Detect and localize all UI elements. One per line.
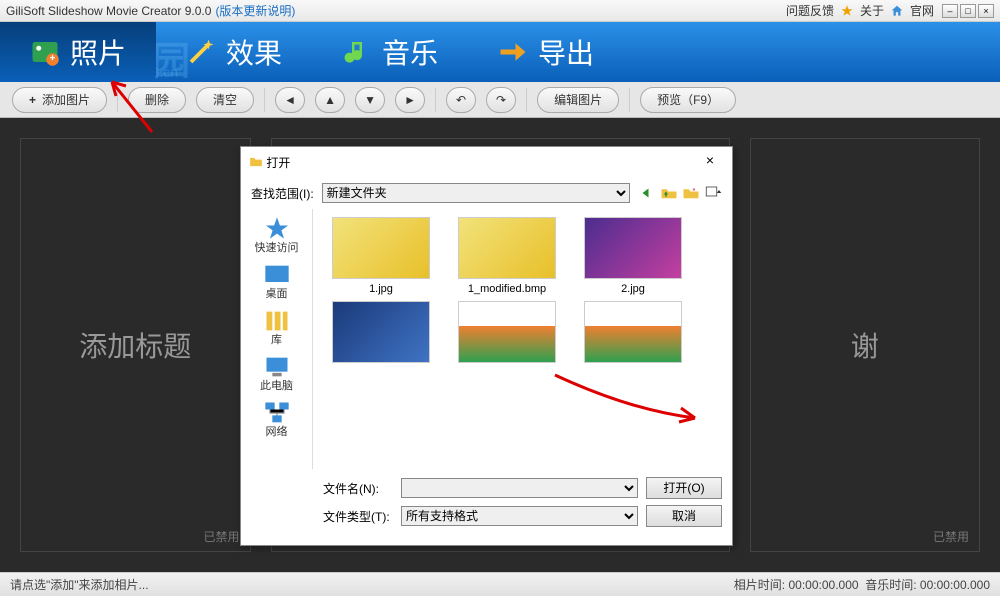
filetype-label: 文件类型(T):: [323, 508, 393, 525]
tab-music-label: 音乐: [382, 32, 438, 72]
rotate-cw-button[interactable]: ↷: [486, 87, 516, 113]
arrow-right-button[interactable]: ►: [395, 87, 425, 113]
delete-button[interactable]: 删除: [128, 87, 186, 113]
file-item[interactable]: 2.jpg: [573, 217, 693, 295]
file-item[interactable]: [573, 301, 693, 367]
open-button[interactable]: 打开(O): [646, 477, 722, 499]
dialog-sidebar: 快速访问 桌面 库 此电脑 网络: [241, 209, 313, 469]
title-bar: GiliSoft Slideshow Movie Creator 9.0.0 (…: [0, 0, 1000, 22]
music-icon: [342, 37, 372, 67]
back-icon[interactable]: [638, 184, 656, 202]
arrow-down-button[interactable]: ▼: [355, 87, 385, 113]
dialog-close-button[interactable]: ×: [696, 152, 724, 172]
tab-music[interactable]: 音乐: [312, 22, 468, 82]
file-item[interactable]: 1.jpg: [321, 217, 441, 295]
side-desktop[interactable]: 桌面: [241, 259, 312, 303]
clear-button[interactable]: 清空: [196, 87, 254, 113]
tab-photo-label: 照片: [70, 32, 126, 72]
side-network[interactable]: 网络: [241, 397, 312, 441]
status-hint: 请点选"添加"来添加相片...: [10, 576, 149, 593]
tab-effect[interactable]: 效果: [156, 22, 312, 82]
filename-input[interactable]: [401, 478, 638, 498]
side-thispc[interactable]: 此电脑: [241, 351, 312, 395]
music-time-label: 音乐时间:: [865, 576, 916, 593]
about-link[interactable]: 关于: [860, 2, 884, 19]
tab-photo[interactable]: 照片: [0, 22, 156, 82]
filename-label: 文件名(N):: [323, 480, 393, 497]
photo-time-label: 相片时间:: [734, 576, 785, 593]
filetype-select[interactable]: 所有支持格式: [401, 506, 638, 526]
look-in-label: 查找范围(I):: [251, 185, 314, 202]
side-quick[interactable]: 快速访问: [241, 213, 312, 257]
view-menu-icon[interactable]: [704, 184, 722, 202]
side-library[interactable]: 库: [241, 305, 312, 349]
home-link[interactable]: 官网: [910, 2, 934, 19]
file-list[interactable]: 1.jpg1_modified.bmp2.jpg: [313, 209, 732, 469]
thanks-panel-disabled: 已禁用: [933, 528, 969, 545]
wand-icon: [186, 37, 216, 67]
tab-export-label: 导出: [538, 32, 594, 72]
add-photo-button[interactable]: +添加图片: [12, 87, 107, 113]
tab-effect-label: 效果: [226, 32, 282, 72]
svg-text:*: *: [693, 186, 696, 195]
status-bar: 请点选"添加"来添加相片... 相片时间: 00:00:00.000 音乐时间:…: [0, 572, 1000, 596]
title-panel-disabled: 已禁用: [203, 528, 239, 545]
folder-icon: [249, 155, 263, 169]
app-title: GiliSoft Slideshow Movie Creator 9.0.0: [6, 4, 211, 18]
music-time-value: 00:00:00.000: [920, 578, 990, 592]
photo-time-value: 00:00:00.000: [788, 578, 858, 592]
dialog-title: 打开: [266, 154, 290, 171]
home-icon: [890, 4, 904, 18]
tab-export[interactable]: 导出: [468, 22, 624, 82]
star-icon: [840, 4, 854, 18]
thanks-panel-label: 谢: [851, 325, 879, 365]
look-in-select[interactable]: 新建文件夹: [322, 183, 630, 203]
cancel-button[interactable]: 取消: [646, 505, 722, 527]
arrow-left-button[interactable]: ◄: [275, 87, 305, 113]
photo-icon: [30, 37, 60, 67]
title-panel-label: 添加标题: [79, 325, 191, 365]
arrow-up-button[interactable]: ▲: [315, 87, 345, 113]
file-item[interactable]: 1_modified.bmp: [447, 217, 567, 295]
file-item[interactable]: [321, 301, 441, 367]
rotate-ccw-button[interactable]: ↶: [446, 87, 476, 113]
dialog-titlebar: 打开 ×: [241, 147, 732, 177]
thanks-panel[interactable]: 谢 已禁用: [750, 138, 981, 552]
file-item[interactable]: [447, 301, 567, 367]
edit-photo-button[interactable]: 编辑图片: [537, 87, 619, 113]
close-button[interactable]: ×: [978, 4, 994, 18]
feedback-link[interactable]: 问题反馈: [786, 2, 834, 19]
up-folder-icon[interactable]: [660, 184, 678, 202]
toolbar: +添加图片 删除 清空 ◄ ▲ ▼ ► ↶ ↷ 编辑图片 预览（F9）: [0, 82, 1000, 118]
open-dialog: 打开 × 查找范围(I): 新建文件夹 * 快速访问 桌面 库 此电脑 网络 1…: [240, 146, 733, 546]
preview-button[interactable]: 预览（F9）: [640, 87, 736, 113]
main-tabs: 照片 效果 音乐 导出: [0, 22, 1000, 82]
new-folder-icon[interactable]: *: [682, 184, 700, 202]
maximize-button[interactable]: □: [960, 4, 976, 18]
update-link[interactable]: (版本更新说明): [215, 2, 295, 19]
title-panel[interactable]: 添加标题 已禁用: [20, 138, 251, 552]
minimize-button[interactable]: –: [942, 4, 958, 18]
export-icon: [498, 37, 528, 67]
